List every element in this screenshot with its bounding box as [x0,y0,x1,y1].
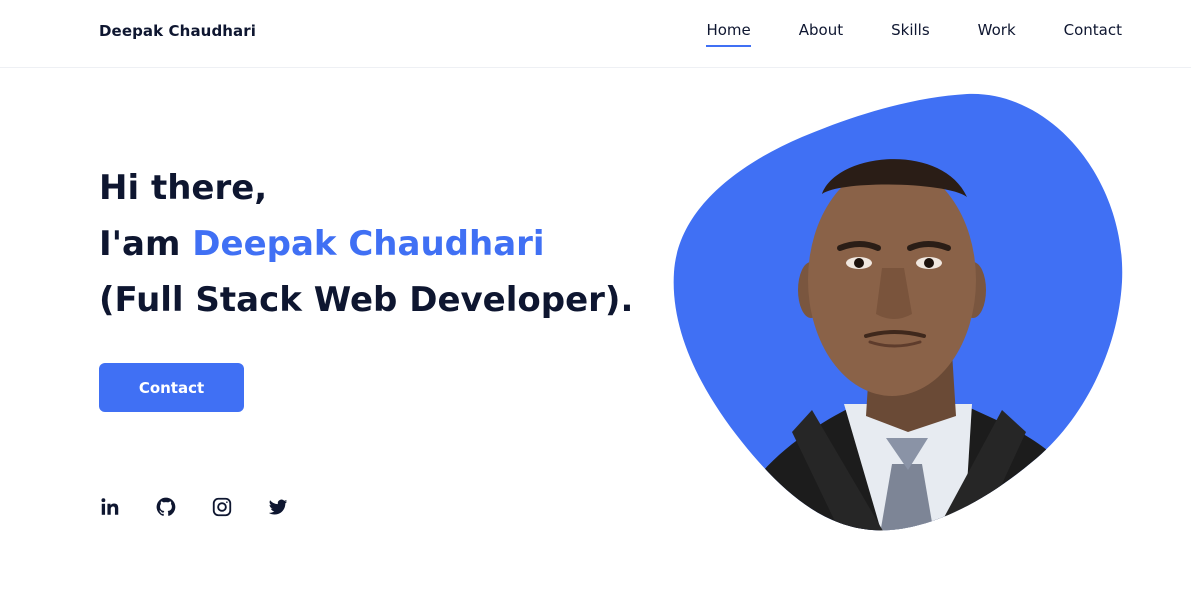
instagram-icon[interactable] [211,496,233,518]
profile-photo [672,92,1124,534]
linkedin-icon[interactable] [99,496,121,518]
nav-skills[interactable]: Skills [891,21,930,47]
site-header: Deepak Chaudhari Home About Skills Work … [0,0,1191,68]
hero-title: Hi there, I'am Deepak Chaudhari (Full St… [99,160,633,328]
nav-work[interactable]: Work [978,21,1016,47]
hero-greeting: Hi there, [99,168,268,208]
hero-role: (Full Stack Web Developer). [99,280,634,320]
github-icon[interactable] [155,496,177,518]
contact-button[interactable]: Contact [99,363,244,412]
social-links [99,496,289,518]
hero-intro: I'am Deepak Chaudhari [99,216,633,272]
hero-name: Deepak Chaudhari [192,224,545,264]
nav-home[interactable]: Home [706,21,752,47]
hero-intro-prefix: I'am [99,224,193,264]
nav-contact[interactable]: Contact [1064,21,1122,47]
twitter-icon[interactable] [267,496,289,518]
nav-about[interactable]: About [799,21,843,47]
site-logo[interactable]: Deepak Chaudhari [99,22,256,40]
main-nav: Home About Skills Work Contact [706,21,1122,47]
